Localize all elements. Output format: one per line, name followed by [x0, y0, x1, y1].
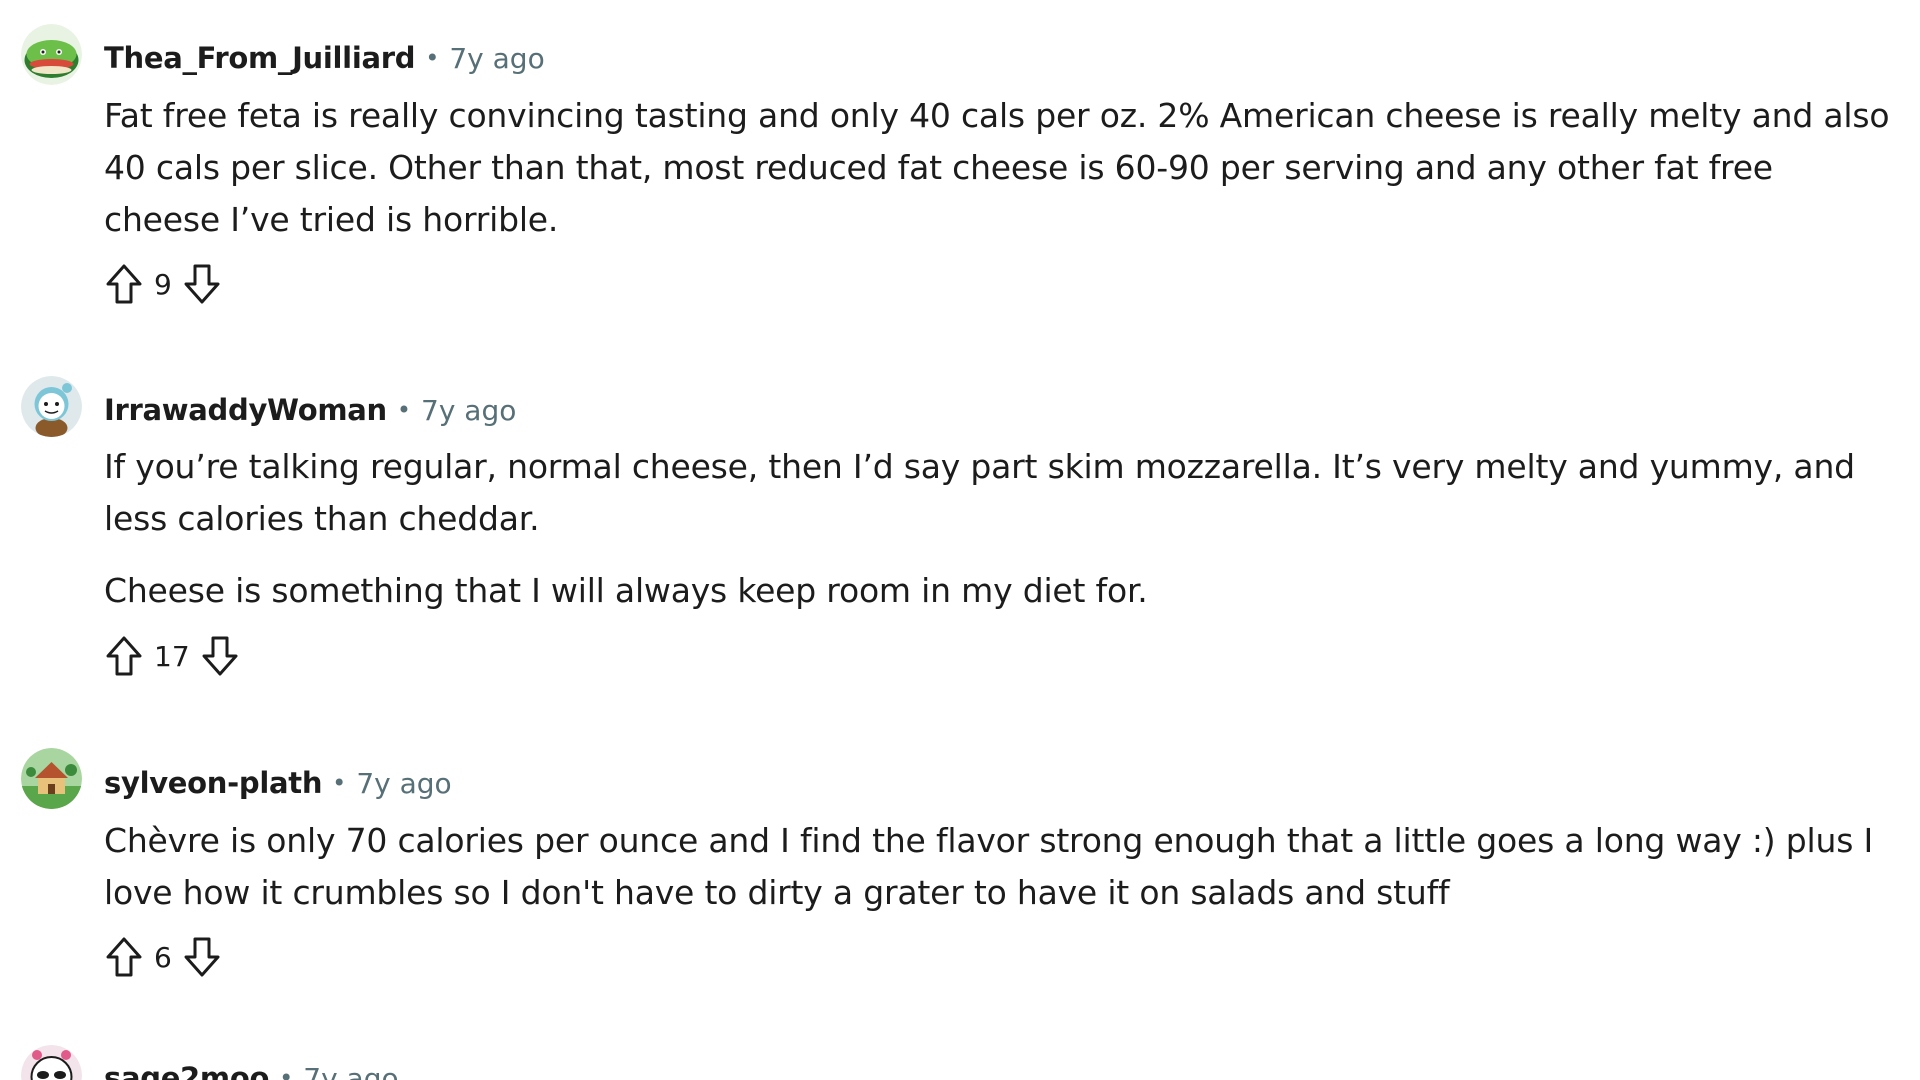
comment-paragraph: If you’re talking regular, normal cheese…: [104, 447, 1855, 538]
downvote-arrow-icon[interactable]: [182, 262, 222, 306]
timestamp[interactable]: 7y ago: [356, 767, 451, 800]
comment-body: Chèvre is only 70 calories per ounce and…: [104, 815, 1894, 919]
timestamp[interactable]: 7y ago: [303, 1062, 398, 1080]
vote-count: 6: [154, 940, 172, 974]
vote-bar: 17: [104, 634, 240, 678]
comment-header: sylveon-plath • 7y ago: [104, 763, 452, 803]
comment-body: Fat free feta is really convincing tasti…: [104, 90, 1894, 246]
upvote-arrow-icon[interactable]: [104, 935, 144, 979]
vote-bar: 9: [104, 262, 222, 306]
username[interactable]: sage2moo: [104, 1061, 269, 1080]
vote-count: 9: [154, 267, 172, 301]
comment-body: If you’re talking regular, normal cheese…: [104, 441, 1894, 617]
avatar-image: [21, 24, 82, 85]
meta-separator: •: [279, 1064, 294, 1080]
vote-bar: 6: [104, 935, 222, 979]
username[interactable]: Thea_From_Juilliard: [104, 41, 416, 75]
username[interactable]: IrrawaddyWoman: [104, 393, 387, 427]
meta-separator: •: [332, 769, 347, 797]
comment-paragraph: Chèvre is only 70 calories per ounce and…: [104, 821, 1874, 912]
comment-paragraph: Fat free feta is really convincing tasti…: [104, 96, 1890, 239]
downvote-arrow-icon[interactable]: [200, 634, 240, 678]
user-avatar[interactable]: [21, 1045, 82, 1080]
avatar-image: [21, 1045, 82, 1080]
downvote-arrow-icon[interactable]: [182, 935, 222, 979]
comment-header: Thea_From_Juilliard • 7y ago: [104, 38, 545, 78]
comment-header: sage2moo • 7y ago: [104, 1058, 399, 1080]
timestamp[interactable]: 7y ago: [421, 394, 516, 427]
comment-thread: Thea_From_Juilliard • 7y ago Fat free fe…: [0, 0, 1920, 1080]
vote-count: 17: [154, 639, 190, 673]
avatar-image: [21, 376, 82, 437]
username[interactable]: sylveon-plath: [104, 766, 322, 800]
avatar-image: [21, 748, 82, 809]
comment-paragraph: Cheese is something that I will always k…: [104, 571, 1148, 610]
upvote-arrow-icon[interactable]: [104, 634, 144, 678]
user-avatar[interactable]: [21, 376, 82, 437]
timestamp[interactable]: 7y ago: [449, 42, 544, 75]
meta-separator: •: [425, 44, 440, 72]
meta-separator: •: [396, 396, 412, 424]
comment-header: IrrawaddyWoman • 7y ago: [104, 390, 516, 430]
user-avatar[interactable]: [21, 24, 82, 85]
user-avatar[interactable]: [21, 748, 82, 809]
upvote-arrow-icon[interactable]: [104, 262, 144, 306]
